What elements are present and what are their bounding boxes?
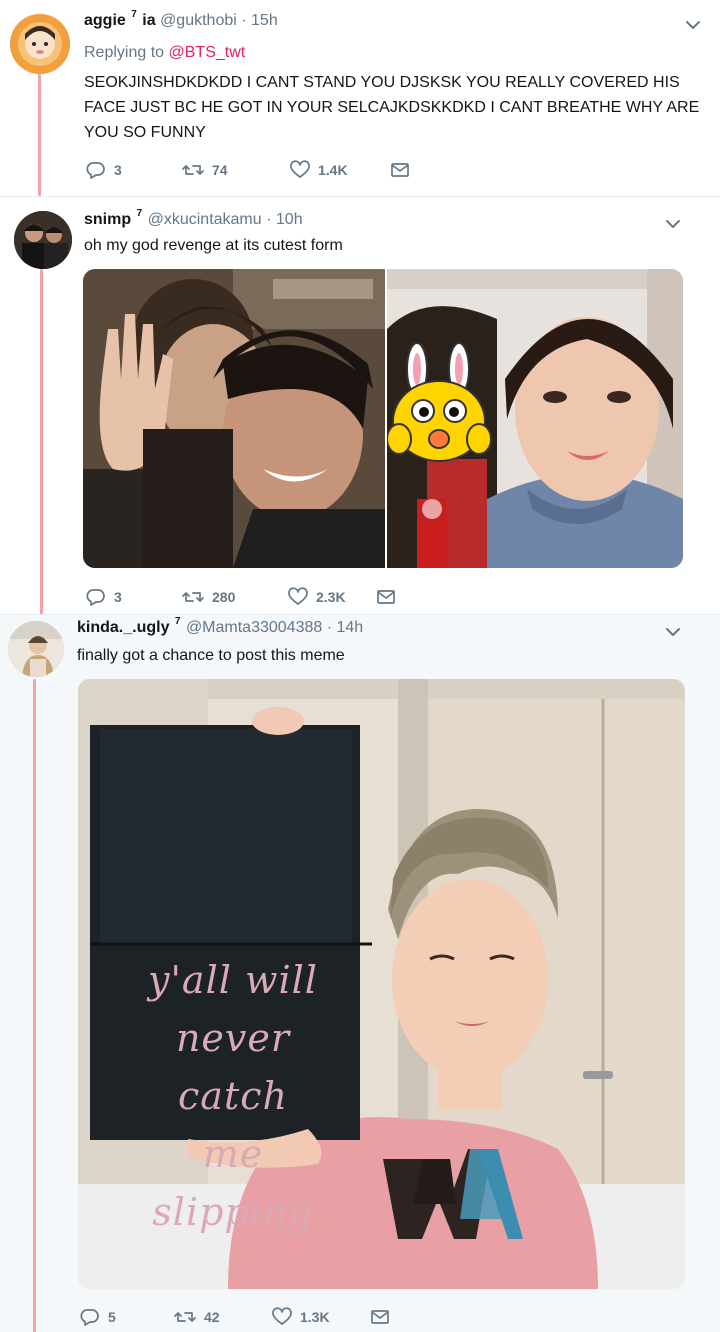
chevron-down-icon[interactable] [664, 215, 682, 233]
thread-line [40, 269, 43, 615]
display-name-suffix[interactable]: ia [142, 12, 155, 29]
timestamp[interactable]: 15h [251, 12, 278, 29]
meme-caption-line: never catch [175, 1016, 291, 1118]
name-superscript: 7 [131, 9, 137, 20]
heart-icon [288, 587, 308, 605]
user-handle[interactable]: @Mamta33004388 [186, 619, 322, 636]
tweet-header: kinda._.ugly 7 @Mamta33004388 · 14h [77, 616, 364, 637]
photo-left[interactable] [83, 269, 385, 568]
tweet-text-line: FACE JUST BC HE GOT IN YOUR SELCAJKDSKKD… [84, 99, 700, 116]
tweet-media[interactable]: y'all will never catch me slipping [78, 679, 685, 1289]
tweet-actions: 3 74 1.4K [86, 160, 410, 180]
thread-line [38, 74, 41, 196]
retweet-icon [182, 165, 204, 175]
reply-count: 3 [114, 589, 122, 605]
dm-button[interactable] [376, 587, 396, 607]
timestamp[interactable]: 14h [337, 619, 364, 636]
separator-dot: · [326, 619, 333, 636]
display-name[interactable]: aggie [84, 12, 126, 29]
avatar[interactable] [10, 14, 70, 74]
dm-button[interactable] [390, 160, 410, 180]
chevron-down-icon[interactable] [684, 16, 702, 34]
retweet-count: 74 [212, 162, 228, 178]
meme-caption-line: y'all will [148, 958, 318, 1002]
retweet-icon [174, 1312, 196, 1322]
envelope-icon [371, 1310, 389, 1324]
name-superscript: 7 [136, 208, 143, 219]
retweet-icon [182, 592, 204, 602]
like-button[interactable]: 2.3K [288, 587, 376, 607]
thread-line [33, 679, 36, 1332]
separator-dot: · [241, 12, 247, 29]
avatar[interactable] [14, 211, 72, 269]
tweet-header: aggie 7 ia @gukthobi · 15h [84, 9, 278, 30]
timestamp[interactable]: 10h [276, 211, 303, 228]
reply-icon [80, 1309, 99, 1326]
tweet-text-line: YOU SO FUNNY [84, 124, 206, 141]
user-handle[interactable]: @gukthobi [160, 12, 237, 29]
tweet-header: snimp 7 @xkucintakamu · 10h [84, 208, 303, 229]
dm-button[interactable] [370, 1307, 390, 1327]
reply-count: 3 [114, 162, 122, 178]
tweet-kinda-ugly[interactable]: kinda._.ugly 7 @Mamta33004388 · 14h fina… [0, 614, 720, 1332]
tweet-media[interactable] [83, 269, 683, 568]
like-button[interactable]: 1.3K [272, 1307, 370, 1327]
reply-icon [86, 162, 105, 179]
user-handle[interactable]: @xkucintakamu [148, 211, 262, 228]
retweet-button[interactable]: 42 [174, 1307, 272, 1327]
heart-icon [272, 1307, 292, 1325]
reply-button[interactable]: 3 [86, 160, 182, 180]
reply-icon [86, 589, 105, 606]
reply-button[interactable]: 5 [80, 1307, 174, 1327]
tweet-text: finally got a chance to post this meme [77, 647, 345, 664]
retweet-count: 42 [204, 1309, 220, 1325]
tweet-snimp[interactable]: snimp 7 @xkucintakamu · 10h oh my god re… [0, 196, 720, 615]
reply-button[interactable]: 3 [86, 587, 182, 607]
like-count: 1.4K [318, 162, 348, 178]
tweet-actions: 3 280 2.3K [86, 587, 396, 607]
retweet-button[interactable]: 74 [182, 160, 290, 180]
like-count: 1.3K [300, 1309, 330, 1325]
name-superscript: 7 [174, 616, 181, 627]
replying-to-mention[interactable]: @BTS_twt [169, 44, 246, 61]
tweet-aggie[interactable]: aggie 7 ia @gukthobi · 15h Replying to @… [0, 0, 720, 196]
reply-count: 5 [108, 1309, 116, 1325]
like-count: 2.3K [316, 589, 346, 605]
display-name[interactable]: snimp [84, 211, 131, 228]
envelope-icon [391, 163, 409, 177]
tweet-text-line: SEOKJINSHDKDKDD I CANT STAND YOU DJSKSK … [84, 74, 680, 91]
display-name[interactable]: kinda._.ugly [77, 619, 169, 636]
separator-dot: · [266, 211, 272, 228]
meme-caption: y'all will never catch me slipping [118, 951, 348, 1241]
retweet-count: 280 [212, 589, 236, 605]
heart-icon [290, 160, 310, 178]
retweet-button[interactable]: 280 [182, 587, 288, 607]
photo-right[interactable] [387, 269, 683, 568]
avatar[interactable] [8, 621, 64, 677]
envelope-icon [377, 590, 395, 604]
replying-to-label: Replying to [84, 44, 165, 61]
meme-caption-line: me slipping [152, 1132, 314, 1234]
tweet-actions: 5 42 1.3K [80, 1307, 390, 1327]
like-button[interactable]: 1.4K [290, 160, 390, 180]
tweet-text: oh my god revenge at its cutest form [84, 237, 343, 254]
chevron-down-icon[interactable] [664, 623, 682, 641]
tweet-text: SEOKJINSHDKDKDD I CANT STAND YOU DJSKSK … [84, 70, 704, 145]
replying-to: Replying to @BTS_twt [84, 44, 245, 62]
